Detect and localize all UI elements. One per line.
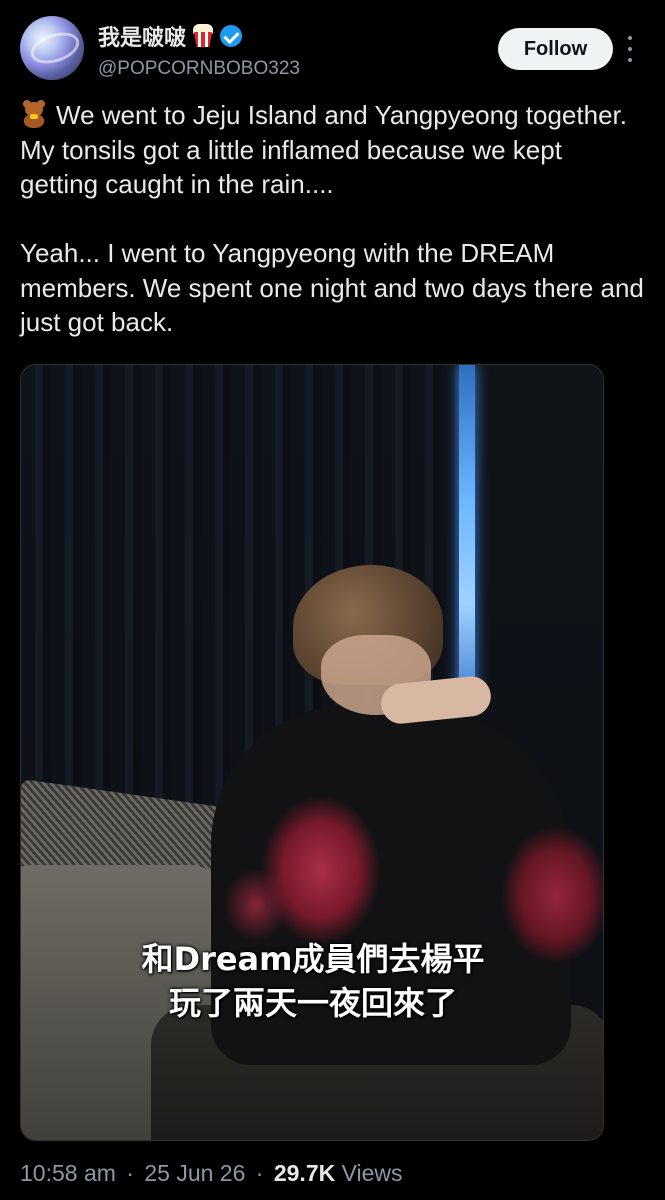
video-subtitle: 和Dream成員們去楊平 玩了兩天一夜回來了 — [21, 937, 603, 1025]
tweet-paragraph-2: Yeah... I went to Yangpyeong with the DR… — [20, 238, 644, 337]
tweet-paragraph-1-text: We went to Jeju Island and Yangpyeong to… — [20, 100, 627, 199]
blue-light-strip — [459, 365, 475, 705]
tweet-date[interactable]: 25 Jun 26 — [144, 1160, 245, 1186]
verified-badge-icon[interactable] — [220, 25, 243, 47]
subtitle-line-1: 和Dream成員們去楊平 — [141, 940, 485, 978]
tweet-time[interactable]: 10:58 am — [20, 1160, 116, 1186]
user-handle[interactable]: @POPCORNBOBO323 — [98, 58, 300, 80]
subtitle-line-2: 玩了兩天一夜回來了 — [168, 984, 457, 1022]
follow-button[interactable]: Follow — [498, 28, 613, 70]
tweet-meta: 10:58 am · 25 Jun 26 · 29.7K Views — [20, 1160, 403, 1187]
tweet-media-image[interactable]: 和Dream成員們去楊平 玩了兩天一夜回來了 — [20, 364, 604, 1141]
separator-dot: · — [255, 1160, 264, 1186]
teddy-bear-icon — [20, 100, 48, 128]
tweet-paragraph-1: We went to Jeju Island and Yangpyeong to… — [20, 98, 645, 202]
separator-dot: · — [126, 1160, 134, 1186]
red-pattern — [221, 865, 291, 945]
display-name[interactable]: 我是啵啵 — [98, 20, 186, 52]
views-count: 29.7K — [273, 1160, 336, 1186]
avatar[interactable] — [20, 16, 84, 80]
popcorn-icon — [192, 24, 214, 48]
name-row: 我是啵啵 — [98, 20, 243, 52]
views-label: Views — [341, 1160, 403, 1186]
tweet-header: 我是啵啵 @POPCORNBOBO323 Follow — [20, 16, 645, 86]
tweet-text: We went to Jeju Island and Yangpyeong to… — [20, 98, 645, 340]
more-options-icon[interactable] — [625, 36, 635, 62]
